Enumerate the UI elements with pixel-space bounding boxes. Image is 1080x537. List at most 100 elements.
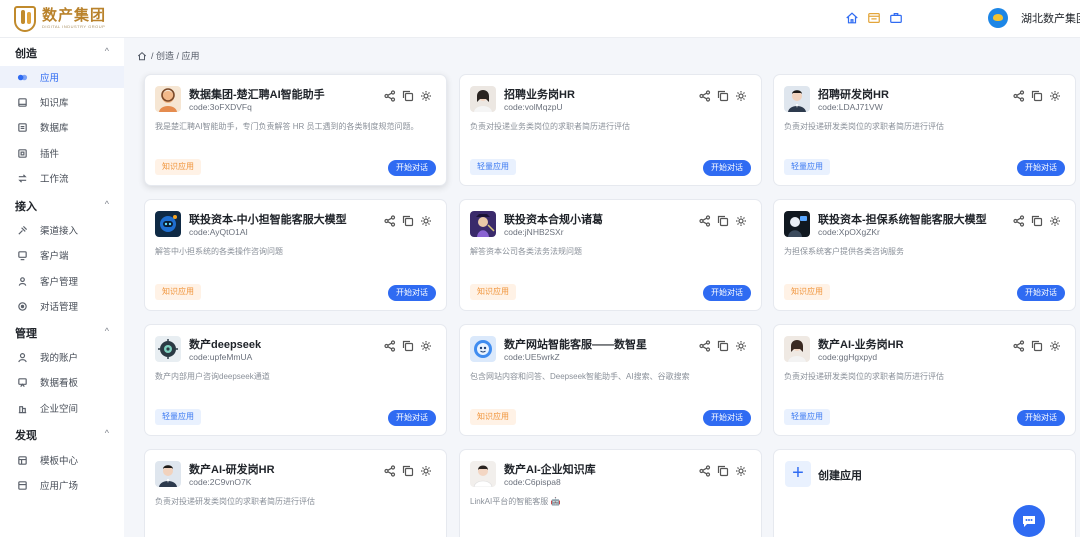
sidebar-item-knowledge[interactable]: 知识库 [0, 91, 124, 113]
sidebar-item-account[interactable]: 我的账户 [0, 346, 124, 368]
share-icon[interactable] [699, 340, 711, 352]
gear-icon[interactable] [1049, 340, 1061, 352]
app-icon [17, 74, 28, 80]
card-tag: 知识应用 [470, 284, 516, 300]
gear-icon[interactable] [735, 90, 747, 102]
sidebar-item-conversation[interactable]: 对话管理 [0, 295, 124, 317]
copy-icon[interactable] [1031, 90, 1043, 102]
gear-icon[interactable] [420, 90, 432, 102]
copy-icon[interactable] [717, 90, 729, 102]
start-chat-button[interactable]: 开始对话 [703, 410, 751, 426]
sidebar-item-apps[interactable]: 应用 [0, 66, 124, 88]
app-card[interactable]: 数产AI-研发岗HR code:2C9vnO7K 负责对投递研发类岗位的求职者简… [144, 449, 447, 537]
share-icon[interactable] [384, 340, 396, 352]
copy-icon[interactable] [402, 215, 414, 227]
share-icon[interactable] [699, 465, 711, 477]
copy-icon[interactable] [717, 340, 729, 352]
gear-icon[interactable] [420, 340, 432, 352]
square-icon [18, 480, 27, 490]
chat-support-button[interactable] [1013, 505, 1045, 537]
gear-icon[interactable] [735, 215, 747, 227]
sidebar-group-create[interactable]: 创造 ^ [15, 45, 115, 61]
app-card[interactable]: 联投资本-中小担智能客服大模型 code:AyQtO1AI 解答中小担系统的各类… [144, 199, 447, 311]
share-icon[interactable] [699, 215, 711, 227]
copy-icon[interactable] [717, 215, 729, 227]
gear-icon[interactable] [420, 465, 432, 477]
app-card[interactable]: 联投资本合规小诸葛 code:jNHB2SXr 解答资本公司各类法务法规问题 知… [459, 199, 762, 311]
start-chat-button[interactable]: 开始对话 [703, 285, 751, 301]
deepseek-avatar-icon [155, 336, 181, 362]
conversation-icon [18, 301, 27, 311]
sidebar-group-discover[interactable]: 发现 ^ [15, 427, 115, 443]
user-menu[interactable]: 湖北数产集团 [988, 8, 1080, 28]
copy-icon[interactable] [402, 340, 414, 352]
copy-icon[interactable] [402, 465, 414, 477]
share-icon[interactable] [1013, 90, 1025, 102]
gear-icon[interactable] [735, 340, 747, 352]
sidebar-group-access[interactable]: 接入 ^ [15, 198, 115, 214]
start-chat-button[interactable]: 开始对话 [388, 285, 436, 301]
card-code: code:jNHB2SXr [504, 227, 564, 237]
start-chat-button[interactable]: 开始对话 [1017, 160, 1065, 176]
org-name: 湖北数产集团 [1021, 13, 1080, 25]
start-chat-button[interactable]: 开始对话 [388, 160, 436, 176]
app-card[interactable]: 联投资本-担保系统智能客服大模型 code:XpOXgZKr 为担保系统客户提供… [773, 199, 1076, 311]
document-icon[interactable] [867, 11, 881, 25]
app-card[interactable]: 招聘研发岗HR code:LDAJ71VW 负责对投递研发类岗位的求职者简历进行… [773, 74, 1076, 186]
card-description: 数产内部用户咨询deepseek通道 [155, 372, 270, 381]
home-icon[interactable] [845, 11, 859, 25]
card-description: 负责对投递业务类岗位的求职者简历进行评估 [470, 122, 630, 131]
sidebar-item-database[interactable]: 数据库 [0, 116, 124, 138]
chevron-up-icon: ^ [104, 428, 109, 438]
sidebar-item-workflow[interactable]: 工作流 [0, 167, 124, 189]
app-card[interactable]: 数产AI-企业知识库 code:C6pispa8 LinkAI平台的智能客服 🤖 [459, 449, 762, 537]
breadcrumb-path[interactable]: / 创造 / 应用 [151, 49, 200, 62]
sidebar-item-label: 插件 [40, 149, 60, 160]
card-code: code:upfeMmUA [189, 352, 253, 362]
copy-icon[interactable] [1031, 215, 1043, 227]
start-chat-button[interactable]: 开始对话 [703, 160, 751, 176]
sidebar-item-templates[interactable]: 模板中心 [0, 449, 124, 471]
sidebar-item-app-square[interactable]: 应用广场 [0, 474, 124, 496]
sidebar-item-customer[interactable]: 客户管理 [0, 270, 124, 292]
sidebar-group-manage[interactable]: 管理 ^ [15, 325, 115, 341]
copy-icon[interactable] [717, 465, 729, 477]
start-chat-button[interactable]: 开始对话 [1017, 410, 1065, 426]
share-icon[interactable] [699, 90, 711, 102]
sidebar-item-label: 应用广场 [40, 481, 79, 492]
gear-icon[interactable] [420, 215, 432, 227]
sidebar-item-enterprise[interactable]: 企业空间 [0, 397, 124, 419]
share-icon[interactable] [1013, 340, 1025, 352]
app-card[interactable]: 招聘业务岗HR code:volMqzpU 负责对投递业务类岗位的求职者简历进行… [459, 74, 762, 186]
app-card[interactable]: 数产网站智能客服——数智星 code:UE5wrkZ 包含网站内容和问答、Dee… [459, 324, 762, 436]
gear-icon[interactable] [1049, 90, 1061, 102]
app-card[interactable]: 数产deepseek code:upfeMmUA 数产内部用户咨询deepsee… [144, 324, 447, 436]
card-tag: 知识应用 [155, 284, 201, 300]
start-chat-button[interactable]: 开始对话 [388, 410, 436, 426]
app-card[interactable]: 数据集团-楚汇聘AI智能助手 code:3oFXDVFq 我是楚汇聘AI智能助手… [144, 74, 447, 186]
briefcase-icon[interactable] [889, 11, 903, 25]
card-code: code:UE5wrkZ [504, 352, 560, 362]
gear-icon[interactable] [1049, 215, 1061, 227]
start-chat-button[interactable]: 开始对话 [1017, 285, 1065, 301]
sidebar-item-channel[interactable]: 渠道接入 [0, 219, 124, 241]
copy-icon[interactable] [402, 90, 414, 102]
sidebar-item-label: 模板中心 [40, 456, 79, 467]
card-title: 联投资本-担保系统智能客服大模型 [818, 214, 987, 226]
card-tag: 轻量应用 [470, 159, 516, 175]
home-icon[interactable] [137, 51, 147, 61]
sidebar-item-label: 企业空间 [40, 404, 79, 415]
sidebar-item-dashboard[interactable]: 数据看板 [0, 371, 124, 393]
chevron-up-icon: ^ [104, 46, 109, 56]
sidebar-item-plugin[interactable]: 插件 [0, 142, 124, 164]
sidebar-item-client[interactable]: 客户端 [0, 244, 124, 266]
app-card[interactable]: 数产AI-业务岗HR code:ggHgxpyd 负责对投递研发类岗位的求职者简… [773, 324, 1076, 436]
copy-icon[interactable] [1031, 340, 1043, 352]
share-icon[interactable] [1013, 215, 1025, 227]
gear-icon[interactable] [735, 465, 747, 477]
sidebar-item-label: 对话管理 [40, 302, 79, 313]
share-icon[interactable] [384, 90, 396, 102]
share-icon[interactable] [384, 465, 396, 477]
brand-logo[interactable]: 数产集团 DIGITAL INDUSTRY GROUP [14, 6, 106, 32]
share-icon[interactable] [384, 215, 396, 227]
